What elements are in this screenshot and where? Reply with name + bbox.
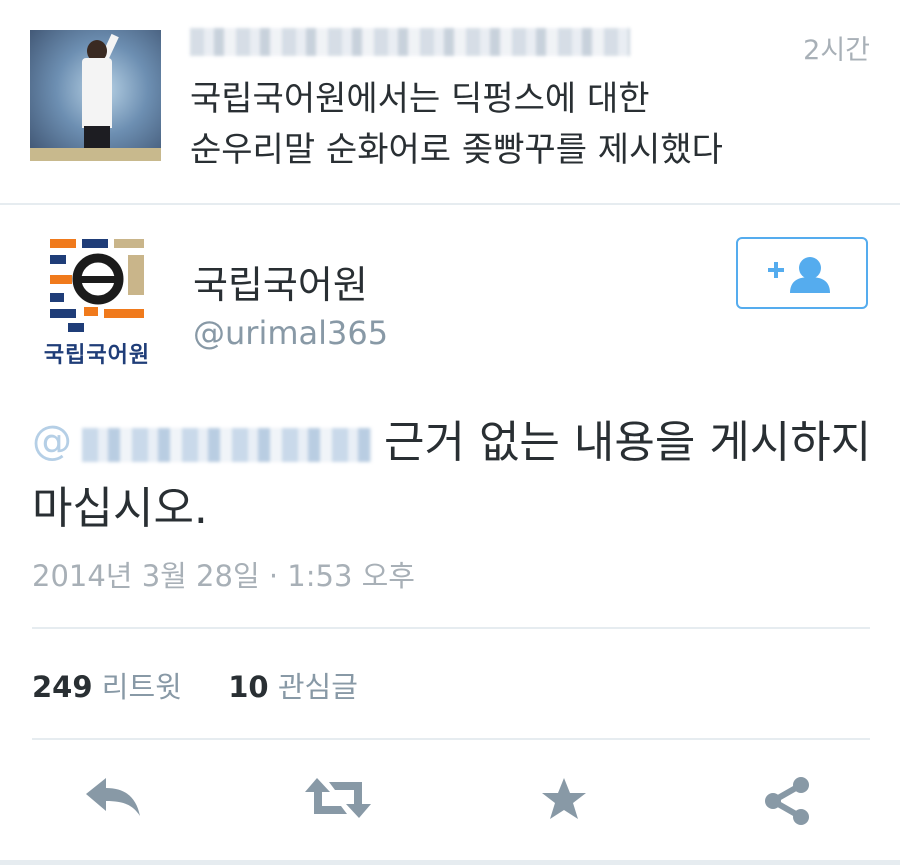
reply-avatar[interactable] bbox=[30, 30, 161, 161]
display-name[interactable]: 국립국어원 bbox=[193, 254, 368, 309]
divider bbox=[32, 627, 870, 629]
reply-icon bbox=[86, 778, 140, 816]
favorite-label: 관심글 bbox=[277, 670, 358, 704]
reply-timestamp: 2시간 bbox=[803, 35, 870, 66]
logo-text: 국립국어원 bbox=[43, 343, 151, 368]
add-user-icon bbox=[768, 257, 830, 293]
retweet-label: 리트윗 bbox=[101, 670, 182, 704]
star-icon bbox=[542, 778, 586, 819]
tweet-date: 2014년 3월 28일 · 1:53 오후 bbox=[32, 559, 415, 593]
reply-text: 국립국어원에서는 딕펑스에 대한 순우리말 순화어로 좆빵꾸를 제시했다 bbox=[190, 74, 870, 176]
reply-text-line: 순우리말 순화어로 좆빵꾸를 제시했다 bbox=[190, 130, 723, 170]
tweet-stats: 249 리트윗 10 관심글 bbox=[32, 664, 358, 706]
avatar-floor bbox=[30, 148, 161, 161]
reply-text-line: 국립국어원에서는 딕펑스에 대한 bbox=[190, 79, 650, 119]
reply-button[interactable] bbox=[78, 770, 148, 830]
blurred-username bbox=[190, 28, 630, 56]
follow-button[interactable] bbox=[736, 237, 868, 309]
retweet-count[interactable]: 249 bbox=[32, 670, 93, 704]
share-button[interactable] bbox=[752, 770, 822, 830]
reply-tweet[interactable]: 2시간 국립국어원에서는 딕펑스에 대한 순우리말 순화어로 좆빵꾸를 제시했다 bbox=[0, 0, 900, 205]
avatar-figure-body bbox=[82, 58, 112, 128]
retweet-icon bbox=[305, 778, 371, 818]
bottom-border bbox=[0, 860, 900, 865]
tweet-actions bbox=[0, 770, 900, 840]
share-icon bbox=[765, 777, 809, 825]
retweet-button[interactable] bbox=[303, 770, 373, 830]
favorite-count[interactable]: 10 bbox=[228, 670, 268, 704]
divider bbox=[32, 738, 870, 740]
tweet-body: 근거 없는 내용을 게시하지 마십시오. bbox=[32, 417, 872, 534]
account-logo[interactable]: 국립국어원 bbox=[32, 235, 162, 375]
user-handle[interactable]: @urimal365 bbox=[193, 314, 388, 352]
logo-mark-icon bbox=[50, 239, 144, 332]
favorite-button[interactable] bbox=[529, 770, 599, 830]
